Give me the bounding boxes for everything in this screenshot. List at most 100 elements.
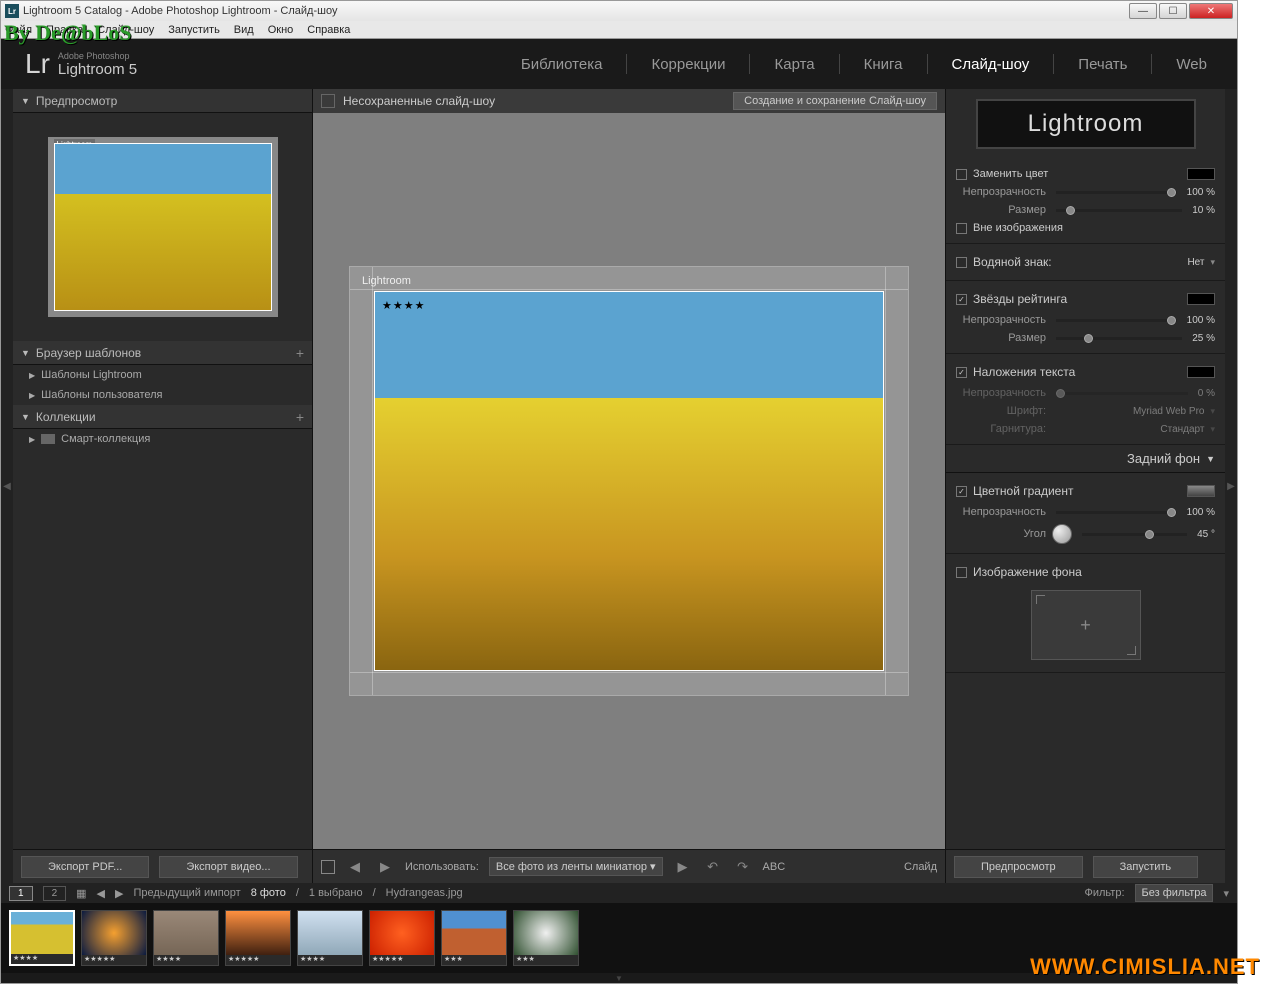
menu-run[interactable]: Запустить	[168, 24, 220, 36]
add-collection-icon[interactable]: +	[296, 409, 304, 425]
maximize-button[interactable]: ☐	[1159, 3, 1187, 19]
disclosure-icon: ▼	[21, 348, 30, 358]
left-edge-toggle[interactable]: ◀	[1, 89, 13, 883]
rating-stars-checkbox[interactable]: ✓	[956, 294, 967, 305]
filter-select[interactable]: Без фильтра	[1135, 884, 1214, 902]
module-slideshow[interactable]: Слайд-шоу	[946, 54, 1036, 75]
filmstrip-thumb[interactable]: ★★★★★	[225, 910, 291, 966]
disclosure-icon: ▼	[21, 96, 30, 106]
prev-slide-icon[interactable]: ◀	[345, 857, 365, 877]
module-web[interactable]: Web	[1170, 54, 1213, 75]
export-pdf-button[interactable]: Экспорт PDF...	[21, 856, 149, 878]
play-icon[interactable]: ▶	[673, 857, 693, 877]
menu-window[interactable]: Окно	[268, 24, 294, 36]
center-header: Несохраненные слайд-шоу Создание и сохра…	[313, 89, 945, 113]
menu-view[interactable]: Вид	[234, 24, 254, 36]
watermark-author: By De@bLoS	[4, 20, 131, 46]
face-select[interactable]: Стандарт	[1160, 424, 1204, 435]
add-template-icon[interactable]: +	[296, 345, 304, 361]
wash-opacity-slider[interactable]	[1056, 511, 1177, 514]
slide-image	[374, 291, 884, 671]
right-toolbar: Предпросмотр Запустить	[946, 849, 1225, 883]
module-library[interactable]: Библиотека	[515, 54, 609, 75]
filmstrip-thumb[interactable]: ★★★	[441, 910, 507, 966]
outside-image-checkbox[interactable]	[956, 223, 967, 234]
collection-icon	[41, 434, 55, 444]
rating-size-slider[interactable]	[1056, 337, 1182, 340]
create-save-slideshow-button[interactable]: Создание и сохранение Слайд-шоу	[733, 92, 937, 110]
smart-collection[interactable]: ▶Смарт-коллекция	[13, 429, 312, 449]
rotate-ccw-icon[interactable]: ↶	[703, 857, 723, 877]
bg-image-dropzone[interactable]: +	[1031, 590, 1141, 660]
next-slide-icon[interactable]: ▶	[375, 857, 395, 877]
export-video-button[interactable]: Экспорт видео...	[159, 856, 297, 878]
opacity-slider[interactable]	[1056, 191, 1177, 194]
preview-button[interactable]: Предпросмотр	[954, 856, 1083, 878]
rotate-cw-icon[interactable]: ↷	[733, 857, 753, 877]
filmstrip-info-bar: 1 2 ▦ ◀ ▶ Предыдущий импорт 8 фото / 1 в…	[1, 883, 1237, 903]
templates-user[interactable]: ▶Шаблоны пользователя	[13, 385, 312, 405]
app-logo: Lr Adobe Photoshop Lightroom 5	[25, 48, 137, 80]
watermark-url: WWW.CIMISLIA.NET	[1030, 954, 1260, 980]
identity-plate-preview[interactable]: Lightroom	[976, 99, 1196, 149]
module-picker: Библиотека Коррекции Карта Книга Слайд-ш…	[515, 54, 1213, 75]
filmstrip-thumb[interactable]: ★★★★	[9, 910, 75, 966]
replace-color-checkbox[interactable]	[956, 169, 967, 180]
size-slider[interactable]	[1056, 209, 1182, 212]
module-book[interactable]: Книга	[858, 54, 909, 75]
rating-opacity-slider[interactable]	[1056, 319, 1177, 322]
identity-panel: Lr Adobe Photoshop Lightroom 5 Библиотек…	[1, 39, 1237, 89]
filmstrip-thumb[interactable]: ★★★	[513, 910, 579, 966]
text-tool[interactable]: ABC	[763, 861, 786, 873]
wash-color-swatch[interactable]	[1187, 485, 1215, 497]
template-browser-header[interactable]: ▼ Браузер шаблонов +	[13, 341, 312, 365]
module-develop[interactable]: Коррекции	[645, 54, 731, 75]
grid-icon[interactable]: ▦	[76, 887, 86, 900]
right-edge-toggle[interactable]: ▶	[1225, 89, 1237, 883]
close-button[interactable]: ✕	[1189, 3, 1233, 19]
angle-dial[interactable]	[1052, 524, 1072, 544]
preview-thumbnail[interactable]: Lightroom	[48, 137, 278, 317]
menubar: Файл Правка Слайд-шоу Запустить Вид Окно…	[1, 21, 1237, 39]
bg-image-checkbox[interactable]	[956, 567, 967, 578]
rating-color-swatch[interactable]	[1187, 293, 1215, 305]
collections-header[interactable]: ▼ Коллекции +	[13, 405, 312, 429]
center-panel: Несохраненные слайд-шоу Создание и сохра…	[313, 89, 945, 883]
filmstrip-thumb[interactable]: ★★★★★	[369, 910, 435, 966]
nav-fwd-icon[interactable]: ▶	[115, 887, 123, 900]
watermark-checkbox[interactable]	[956, 257, 967, 268]
disclosure-icon: ▼	[21, 412, 30, 422]
left-panel: ▼ Предпросмотр Lightroom ▼ Браузер шабло…	[13, 89, 313, 883]
filmstrip-thumb[interactable]: ★★★★★	[81, 910, 147, 966]
preview-panel-header[interactable]: ▼ Предпросмотр	[13, 89, 312, 113]
nav-back-icon[interactable]: ◀	[97, 887, 105, 900]
titlebar[interactable]: Lr Lightroom 5 Catalog - Adobe Photoshop…	[1, 1, 1237, 21]
identity-plate-label: Lightroom	[362, 275, 411, 287]
color-wash-checkbox[interactable]: ✓	[956, 486, 967, 497]
filter-lock-icon[interactable]: ▾	[1223, 887, 1229, 900]
app-icon: Lr	[5, 4, 19, 18]
left-toolbar: Экспорт PDF... Экспорт видео...	[13, 849, 312, 883]
monitor-1-tab[interactable]: 1	[9, 886, 33, 901]
play-button[interactable]: Запустить	[1093, 856, 1199, 878]
minimize-button[interactable]: —	[1129, 3, 1157, 19]
text-overlays-checkbox[interactable]: ✓	[956, 367, 967, 378]
angle-slider[interactable]	[1082, 533, 1187, 536]
module-map[interactable]: Карта	[768, 54, 820, 75]
templates-lightroom[interactable]: ▶Шаблоны Lightroom	[13, 365, 312, 385]
dropdown-icon[interactable]: ▾	[1210, 257, 1215, 268]
backdrop-panel-header[interactable]: Задний фон▼	[946, 445, 1225, 473]
text-opacity-slider[interactable]	[1056, 392, 1188, 395]
stop-button[interactable]	[321, 860, 335, 874]
slide-preview[interactable]: Lightroom ★★★★	[349, 266, 909, 696]
font-select[interactable]: Myriad Web Pro	[1133, 406, 1205, 417]
use-photos-select[interactable]: Все фото из ленты миниатюр ▾	[489, 857, 663, 876]
color-swatch[interactable]	[1187, 168, 1215, 180]
monitor-2-tab[interactable]: 2	[43, 886, 67, 901]
text-color-swatch[interactable]	[1187, 366, 1215, 378]
window-frame: Lr Lightroom 5 Catalog - Adobe Photoshop…	[0, 0, 1238, 984]
filmstrip-thumb[interactable]: ★★★★	[297, 910, 363, 966]
filmstrip-thumb[interactable]: ★★★★	[153, 910, 219, 966]
menu-help[interactable]: Справка	[307, 24, 350, 36]
module-print[interactable]: Печать	[1072, 54, 1133, 75]
